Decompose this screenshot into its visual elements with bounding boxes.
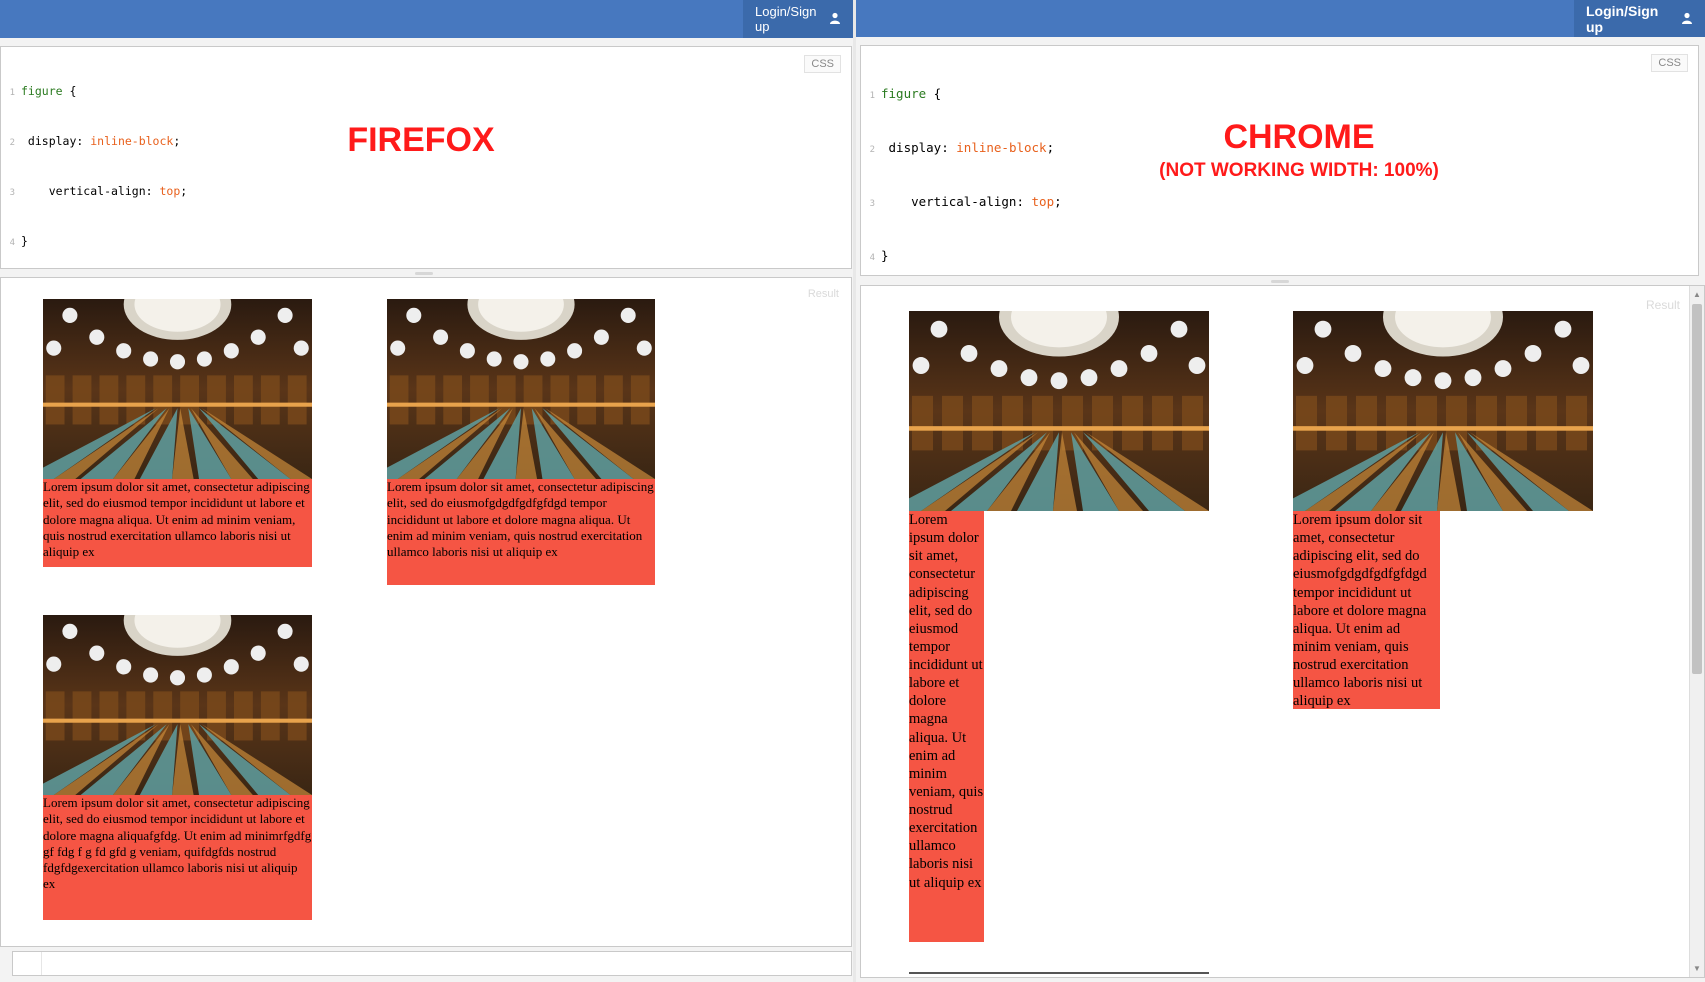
- css-editor[interactable]: CSS 1 figure { 2 display: inline-block; 3…: [860, 45, 1699, 749]
- figure-1: Lorem ipsum dolor sit amet, consectetur …: [43, 299, 312, 567]
- firefox-pane: Login/Sign up CSS 1 figure { 2 display: i…: [0, 0, 853, 982]
- figure-3: Lorem ipsum dolor sit amet, consectetur …: [43, 615, 312, 920]
- figure-caption: Lorem ipsum dolor sit amet, consectetur …: [387, 479, 654, 559]
- css-tab-label: CSS: [1651, 54, 1688, 72]
- result-panel: Result Lorem ipsum dolor sit amet, conse…: [860, 285, 1705, 978]
- css-editor[interactable]: CSS 1 figure { 2 display: inline-block; 3…: [0, 46, 852, 698]
- firefox-title: FIREFOX: [347, 121, 495, 159]
- login-label: Login/Sign up: [755, 4, 817, 34]
- user-icon: [1681, 11, 1693, 27]
- scrollbar[interactable]: ▲ ▼: [1689, 286, 1704, 977]
- chrome-title: CHROME: [1223, 118, 1375, 156]
- header-bar: [0, 0, 853, 38]
- result-label: Result: [1645, 298, 1680, 312]
- library-image: [909, 311, 1209, 511]
- figure-caption-narrow: Lorem ipsum dolor sit amet, consectetur …: [1293, 511, 1440, 709]
- result-panel: Result Lorem ipsum dolor sit amet, conse…: [0, 277, 852, 947]
- scroll-thumb[interactable]: [1692, 304, 1702, 674]
- console-bar[interactable]: [12, 951, 852, 976]
- result-label: Result: [807, 288, 839, 300]
- chrome-pane: Login/Sign up CSS 1 figure { 2 display: i…: [856, 0, 1705, 982]
- resize-handle[interactable]: [1271, 280, 1289, 283]
- scroll-up-arrow[interactable]: ▲: [1693, 290, 1701, 299]
- css-tab-label: CSS: [804, 55, 841, 73]
- resize-handle[interactable]: [415, 272, 433, 275]
- figure-caption: Lorem ipsum dolor sit amet, consectetur …: [43, 479, 310, 559]
- chrome-subtitle: (NOT WORKING WIDTH: 100%): [1159, 160, 1439, 181]
- figure-caption-narrow: Lorem ipsum dolor sit amet, consectetur …: [909, 511, 984, 942]
- library-image: [43, 615, 312, 795]
- figure-2: Lorem ipsum dolor sit amet, consectetur …: [387, 299, 655, 585]
- library-image: [1293, 311, 1593, 511]
- figure-caption: Lorem ipsum dolor sit amet, consectetur …: [909, 512, 984, 891]
- user-icon: [829, 12, 841, 27]
- figure-caption: Lorem ipsum dolor sit amet, consectetur …: [43, 795, 312, 892]
- login-label: Login/Sign up: [1586, 2, 1659, 35]
- figure-caption: Lorem ipsum dolor sit amet, consectetur …: [1293, 512, 1427, 710]
- library-image: [387, 299, 655, 479]
- scroll-down-arrow[interactable]: ▼: [1693, 964, 1701, 973]
- login-button[interactable]: Login/Sign up: [743, 0, 853, 38]
- login-button[interactable]: Login/Sign up: [1574, 0, 1705, 37]
- library-image: [43, 299, 312, 479]
